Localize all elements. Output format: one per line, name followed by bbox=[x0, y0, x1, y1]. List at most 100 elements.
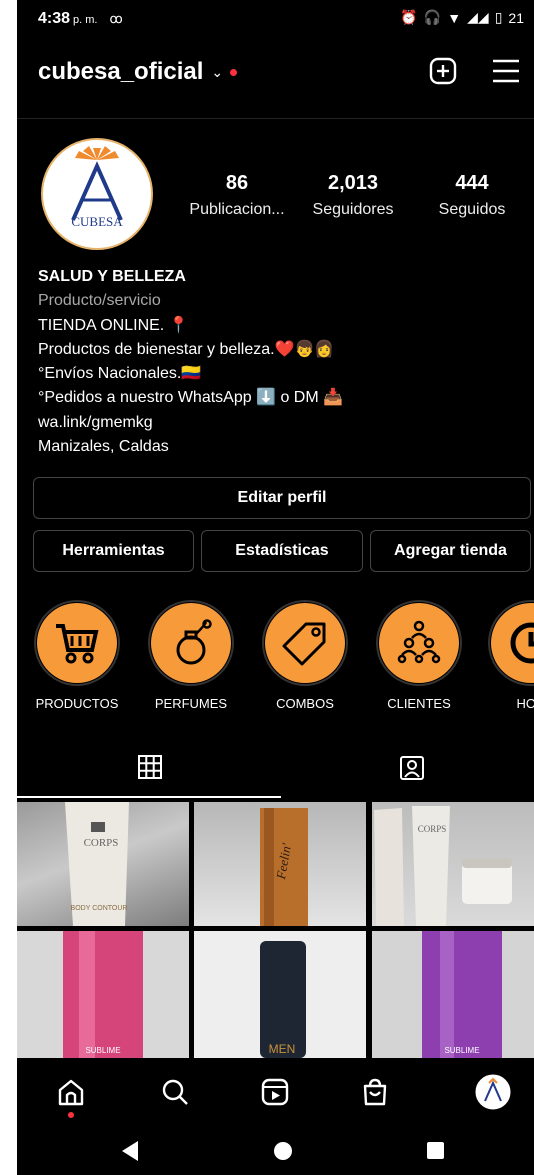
post-image: CORPS bbox=[374, 806, 512, 926]
system-navigation bbox=[17, 1126, 534, 1175]
post-image: MEN bbox=[260, 941, 306, 1058]
edit-profile-button[interactable]: Editar perfil bbox=[33, 477, 531, 519]
back-icon[interactable] bbox=[120, 1140, 140, 1162]
status-bar: 4:38 p. m. ꝏ ⏰ 🎧 ▼ ◢◢ ▯ 21 bbox=[17, 0, 534, 38]
followers-count[interactable]: 2,013 Seguidores bbox=[301, 172, 405, 219]
account-switcher[interactable]: cubesa_oficial ⌄ bbox=[38, 58, 238, 86]
post-image: Feelin' bbox=[260, 808, 308, 926]
tools-button[interactable]: Herramientas bbox=[33, 530, 194, 572]
bio-line: TIENDA ONLINE. 📍 bbox=[38, 316, 189, 334]
following-count[interactable]: 444 Seguidos bbox=[425, 172, 519, 219]
highlight-ring bbox=[488, 600, 534, 686]
post-thumbnail[interactable]: Feelin' bbox=[194, 802, 366, 926]
highlight-combos[interactable]: COMBOS bbox=[255, 600, 355, 711]
highlight-ring bbox=[148, 600, 234, 686]
svg-text:SUBLIME: SUBLIME bbox=[85, 1046, 120, 1055]
posts-label: Publicacion... bbox=[189, 201, 285, 218]
signal-icon: ◢◢ bbox=[467, 9, 489, 25]
bio-line: °Envíos Nacionales.🇨🇴 bbox=[38, 365, 202, 383]
search-icon bbox=[162, 1079, 188, 1105]
notification-dot bbox=[230, 68, 238, 76]
people-icon bbox=[397, 620, 441, 664]
phone-screen: 4:38 p. m. ꝏ ⏰ 🎧 ▼ ◢◢ ▯ 21 cubesa_oficial… bbox=[17, 0, 534, 1175]
svg-text:BODY CONTOUR: BODY CONTOUR bbox=[71, 905, 128, 912]
bottom-navigation bbox=[17, 1058, 534, 1126]
perfume-icon bbox=[176, 619, 212, 665]
post-thumbnail[interactable]: CORPS bbox=[372, 802, 534, 926]
status-time: 4:38 p. m. bbox=[38, 10, 98, 27]
battery-icon: ▯ bbox=[494, 9, 503, 25]
home-tab[interactable] bbox=[53, 1074, 89, 1110]
highlight-horarios[interactable]: HOR bbox=[481, 600, 534, 711]
tag-icon bbox=[282, 622, 326, 666]
menu-icon[interactable] bbox=[491, 56, 521, 86]
profile-location[interactable]: Manizales, Caldas bbox=[38, 435, 343, 459]
svg-text:SUBLIME: SUBLIME bbox=[444, 1046, 479, 1055]
chevron-down-icon: ⌄ bbox=[211, 63, 224, 80]
post-thumbnail[interactable]: SUBLIME bbox=[17, 931, 189, 1058]
highlight-label: PRODUCTOS bbox=[35, 696, 119, 711]
create-post-icon[interactable] bbox=[428, 56, 458, 86]
reels-tab[interactable] bbox=[257, 1074, 293, 1110]
highlight-ring bbox=[376, 600, 462, 686]
highlight-circle bbox=[151, 603, 231, 683]
highlight-label: COMBOS bbox=[276, 696, 334, 711]
grid-icon[interactable] bbox=[137, 754, 163, 780]
post-thumbnail[interactable]: SUBLIME bbox=[372, 931, 534, 1058]
recents-icon[interactable] bbox=[426, 1141, 445, 1160]
post-image: SUBLIME bbox=[422, 931, 502, 1058]
search-tab[interactable] bbox=[157, 1074, 193, 1110]
profile-tab[interactable] bbox=[475, 1074, 511, 1110]
highlight-label: HOR bbox=[516, 696, 534, 711]
tagged-icon[interactable] bbox=[398, 754, 426, 782]
shopping-bag-icon bbox=[363, 1078, 387, 1106]
profile-bio: SALUD Y BELLEZA Producto/servicio TIENDA… bbox=[38, 265, 343, 459]
svg-text:CORPS: CORPS bbox=[84, 837, 119, 849]
active-tab-indicator bbox=[17, 796, 281, 798]
cubesa-logo: CUBESA bbox=[71, 146, 123, 229]
reels-icon bbox=[261, 1078, 289, 1106]
clock-icon bbox=[510, 622, 534, 664]
highlight-circle bbox=[265, 603, 345, 683]
voicemail-icon: ꝏ bbox=[109, 11, 123, 26]
home-system-icon[interactable] bbox=[273, 1141, 293, 1161]
status-icons: ⏰ 🎧 ▼ ◢◢ ▯ 21 bbox=[400, 9, 524, 26]
highlight-label: CLIENTES bbox=[387, 696, 451, 711]
headset-icon: 🎧 bbox=[423, 9, 442, 25]
home-notification-dot bbox=[68, 1112, 74, 1118]
profile-header: cubesa_oficial ⌄ bbox=[17, 48, 534, 98]
battery-level: 21 bbox=[508, 9, 524, 26]
cart-icon bbox=[56, 624, 99, 664]
post-image: CORPS BODY CONTOUR bbox=[65, 802, 129, 926]
following-value: 444 bbox=[455, 172, 489, 194]
highlight-clientes[interactable]: CLIENTES bbox=[369, 600, 469, 711]
bio-line: Productos de bienestar y belleza.❤️👦👩 bbox=[38, 340, 335, 358]
home-icon bbox=[58, 1079, 84, 1106]
status-ampm: p. m. bbox=[73, 14, 98, 26]
followers-label: Seguidores bbox=[312, 201, 394, 218]
highlight-circle bbox=[379, 603, 459, 683]
profile-name: SALUD Y BELLEZA bbox=[38, 268, 186, 285]
svg-text:MEN: MEN bbox=[269, 1042, 296, 1056]
wifi-icon: ▼ bbox=[447, 9, 462, 26]
post-thumbnail[interactable]: MEN bbox=[194, 931, 366, 1058]
posts-count[interactable]: 86 Publicacion... bbox=[181, 172, 293, 219]
highlight-perfumes[interactable]: PERFUMES bbox=[141, 600, 241, 711]
profile-tabs bbox=[17, 742, 534, 798]
profile-link[interactable]: wa.link/gmemkg bbox=[38, 411, 343, 435]
posts-value: 86 bbox=[225, 172, 249, 194]
shop-tab[interactable] bbox=[357, 1074, 393, 1110]
highlight-ring bbox=[262, 600, 348, 686]
avatar-text: CUBESA bbox=[71, 214, 123, 229]
highlight-circle bbox=[491, 603, 534, 683]
profile-avatar[interactable]: CUBESA bbox=[41, 138, 153, 250]
highlight-productos[interactable]: PRODUCTOS bbox=[27, 600, 127, 711]
add-shop-button[interactable]: Agregar tienda bbox=[370, 530, 531, 572]
followers-value: 2,013 bbox=[327, 172, 379, 194]
highlight-label: PERFUMES bbox=[154, 696, 228, 711]
profile-avatar-icon bbox=[475, 1074, 511, 1110]
highlight-circle bbox=[37, 603, 117, 683]
post-thumbnail[interactable]: CORPS BODY CONTOUR bbox=[17, 802, 189, 926]
insights-button[interactable]: Estadísticas bbox=[201, 530, 363, 572]
highlight-ring bbox=[34, 600, 120, 686]
